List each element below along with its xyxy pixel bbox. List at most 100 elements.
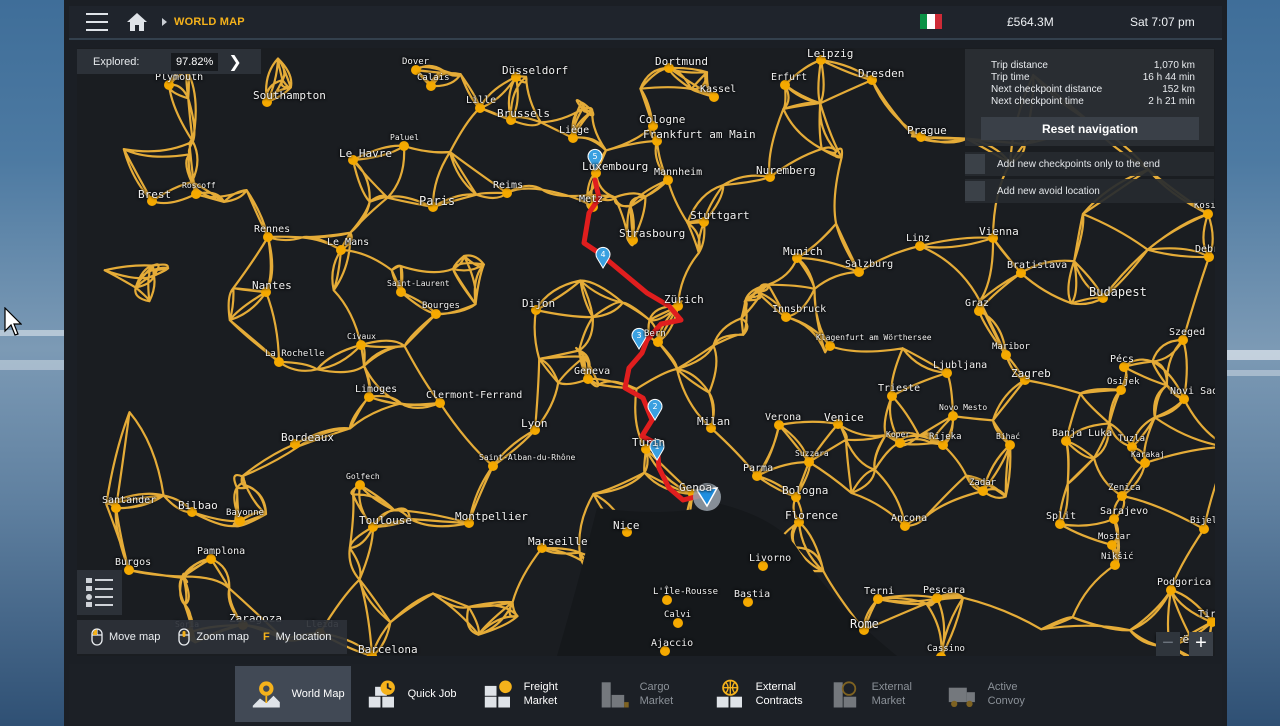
city-label[interactable]: Metz <box>579 195 603 205</box>
tab-external-market[interactable]: External Market <box>815 666 931 722</box>
city-label[interactable]: Pécs <box>1110 355 1134 365</box>
city-label[interactable]: Munich <box>783 246 823 257</box>
city-label[interactable]: Stuttgart <box>690 210 750 221</box>
city-label[interactable]: Venice <box>824 412 864 423</box>
zoom-out-button[interactable]: − <box>1156 632 1180 656</box>
city-label[interactable]: Toulouse <box>359 515 412 526</box>
tab-active-convoy[interactable]: Active Convoy <box>931 666 1047 722</box>
city-label[interactable]: Karakaj <box>1131 451 1165 459</box>
hamburger-menu-icon[interactable] <box>86 13 108 31</box>
city-label[interactable]: Rennes <box>254 225 290 235</box>
city-label[interactable]: Ancona <box>891 514 927 524</box>
city-label[interactable]: Bihać <box>996 433 1020 441</box>
city-label[interactable]: Rijeka <box>929 433 962 442</box>
city-label[interactable]: Montpellier <box>455 511 528 522</box>
city-label[interactable]: Frankfurt am Main <box>643 129 756 140</box>
city-label[interactable]: Dover <box>402 58 429 67</box>
city-label[interactable]: Marseille <box>528 536 588 547</box>
city-label[interactable]: Terni <box>864 587 894 597</box>
city-label[interactable]: Bologna <box>782 485 828 496</box>
tab-freight-market[interactable]: Freight Market <box>467 666 583 722</box>
city-label[interactable]: Reims <box>493 181 523 191</box>
city-label[interactable]: Civaux <box>347 333 376 341</box>
city-label[interactable]: Trieste <box>878 384 920 394</box>
city-label[interactable]: Nikšić <box>1101 553 1134 562</box>
city-label[interactable]: Kosice <box>1194 202 1215 211</box>
avoid-location-checkbox[interactable] <box>965 181 985 201</box>
city-label[interactable]: Zenica <box>1108 484 1141 493</box>
option-avoid-location[interactable]: Add new avoid location <box>965 179 1214 203</box>
city-label[interactable]: Saint-Alban-du-Rhône <box>479 454 575 462</box>
city-label[interactable]: Paluel <box>390 134 419 142</box>
city-label[interactable]: Vienna <box>979 226 1019 237</box>
city-label[interactable]: Mostar <box>1098 533 1131 542</box>
city-label[interactable]: Cassino <box>927 645 965 654</box>
home-icon[interactable] <box>126 12 148 32</box>
city-label[interactable]: Livorno <box>749 554 791 564</box>
city-label[interactable]: Koper <box>886 431 910 439</box>
chevron-right-icon[interactable]: ❯ <box>228 52 241 72</box>
city-label[interactable]: Tirana <box>1198 610 1215 620</box>
city-label[interactable]: La Rochelle <box>265 350 325 359</box>
city-label[interactable]: Ajaccio <box>651 639 693 649</box>
city-label[interactable]: Santander <box>102 496 156 506</box>
city-label[interactable]: Linz <box>906 234 930 244</box>
city-label[interactable]: Zadar <box>969 479 996 488</box>
city-label[interactable]: Florence <box>785 510 838 521</box>
city-label[interactable]: Lyon <box>521 418 548 429</box>
city-label[interactable]: Paris <box>419 195 455 207</box>
city-label[interactable]: Maribor <box>992 343 1030 352</box>
city-label[interactable]: Bern <box>644 330 666 339</box>
city-label[interactable]: Turin <box>632 437 665 448</box>
city-label[interactable]: Rome <box>850 618 879 630</box>
city-label[interactable]: Luxembourg <box>582 161 648 172</box>
city-label[interactable]: Geneva <box>574 367 610 377</box>
city-label[interactable]: Dijon <box>522 298 555 309</box>
city-label[interactable]: Roscoff <box>182 182 216 190</box>
city-label[interactable]: Liège <box>559 126 589 136</box>
city-label[interactable]: Plymouth <box>155 73 203 83</box>
city-label[interactable]: Ljubljana <box>933 361 987 371</box>
city-label[interactable]: Verona <box>765 413 801 423</box>
city-label[interactable]: Pamplona <box>197 547 245 557</box>
city-label[interactable]: Suzzara <box>795 450 829 458</box>
city-label[interactable]: Innsbruck <box>772 305 826 315</box>
city-label[interactable]: Brest <box>138 189 171 200</box>
city-label[interactable]: Erfurt <box>771 73 807 83</box>
city-label[interactable]: Mannheim <box>654 168 702 178</box>
city-label[interactable]: Limoges <box>355 385 397 395</box>
zoom-in-button[interactable]: + <box>1189 632 1213 656</box>
city-label[interactable]: Bourges <box>422 302 460 311</box>
city-label[interactable]: Parma <box>743 464 773 474</box>
city-label[interactable]: Southampton <box>253 90 326 101</box>
city-label[interactable]: Brussels <box>497 108 550 119</box>
city-label[interactable]: Osijek <box>1107 378 1140 387</box>
city-label[interactable]: Düsseldorf <box>502 65 568 76</box>
city-label[interactable]: Lille <box>466 96 496 106</box>
city-label[interactable]: Zürich <box>664 294 704 305</box>
city-label[interactable]: Cologne <box>639 114 685 125</box>
city-label[interactable]: Dresden <box>858 68 904 79</box>
tab-cargo-market[interactable]: Cargo Market <box>583 666 699 722</box>
city-label[interactable]: Barcelona <box>358 644 418 655</box>
city-label[interactable]: Novo Mesto <box>939 404 987 412</box>
city-label[interactable]: Podgorica <box>1157 578 1211 588</box>
city-label[interactable]: Split <box>1046 512 1076 522</box>
city-label[interactable]: Saint-Laurent <box>387 280 450 288</box>
city-label[interactable]: Calvi <box>664 611 691 620</box>
city-label[interactable]: Burgos <box>115 558 151 568</box>
city-label[interactable]: Bratislava <box>1007 261 1067 271</box>
city-label[interactable]: Banja Luka <box>1052 429 1112 439</box>
city-label[interactable]: Salzburg <box>845 260 893 270</box>
city-label[interactable]: Tuzla <box>1118 435 1145 444</box>
city-label[interactable]: Debrecen <box>1195 245 1215 255</box>
map-legend-button[interactable] <box>77 570 122 615</box>
city-label[interactable]: Le Havre <box>339 148 392 159</box>
city-label[interactable]: Calais <box>417 74 450 83</box>
tab-external-contracts[interactable]: External Contracts <box>699 666 815 722</box>
city-label[interactable]: Graz <box>965 299 989 309</box>
reset-navigation-button[interactable]: Reset navigation <box>981 117 1199 140</box>
city-label[interactable]: Dortmund <box>655 56 708 67</box>
checkpoints-end-checkbox[interactable] <box>965 154 985 174</box>
city-label[interactable]: Nantes <box>252 280 292 291</box>
